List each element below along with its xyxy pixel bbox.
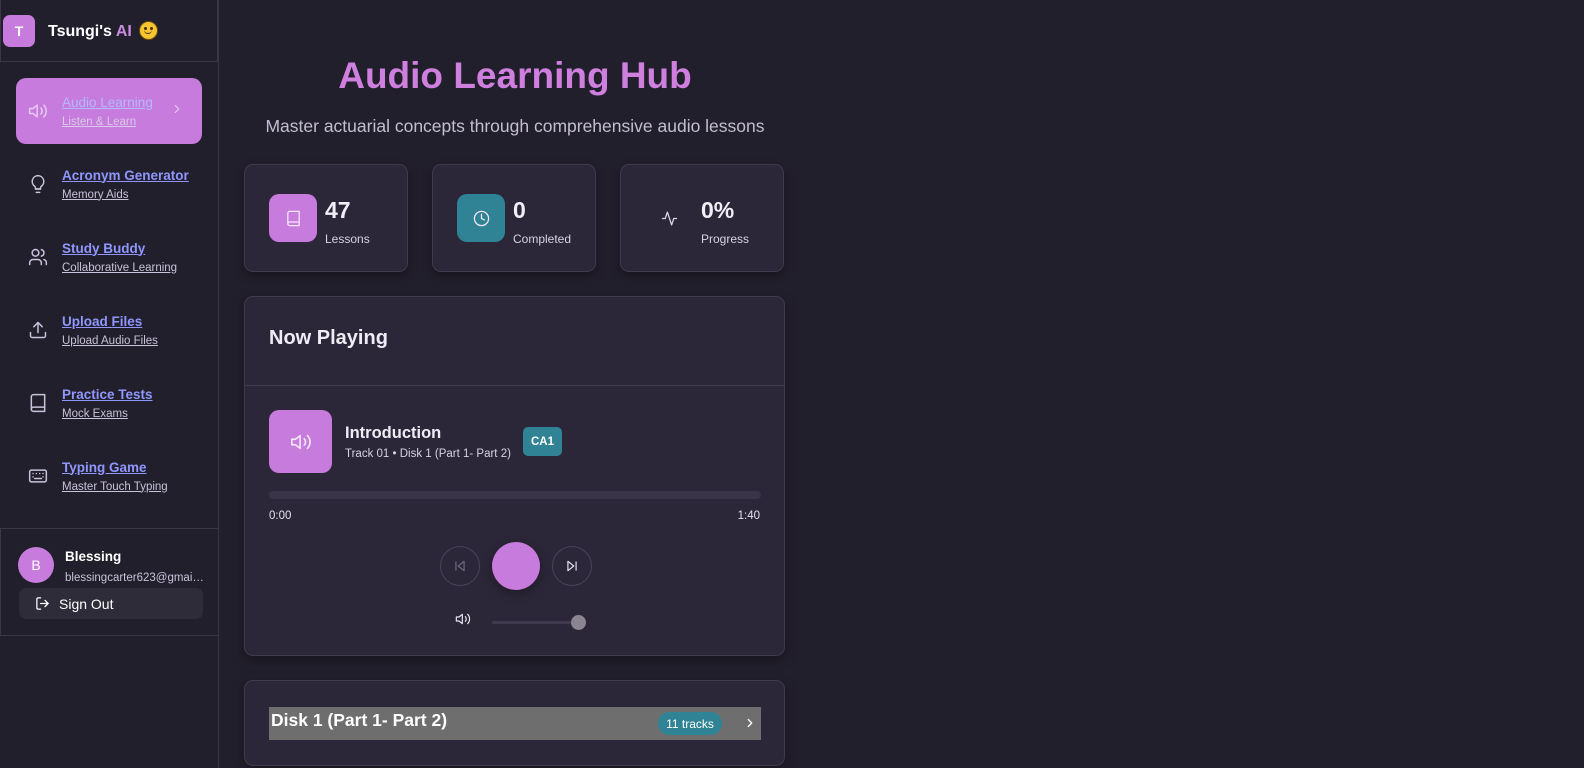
stat-card-lessons: 47 Lessons — [244, 164, 408, 272]
previous-track-button[interactable] — [440, 546, 480, 586]
activity-icon — [661, 210, 677, 226]
page-subtitle: Master actuarial concepts through compre… — [265, 116, 765, 136]
sidebar-item-sublabel: Memory Aids — [62, 188, 129, 201]
brand-title: Tsungi's AI — [48, 20, 159, 41]
users-icon — [28, 248, 48, 266]
track-count-badge: 11 tracks — [658, 712, 722, 735]
sidebar-item-sublabel: Mock Exams — [62, 407, 128, 420]
playback-progress-bar[interactable] — [269, 491, 761, 499]
stat-card-progress: 0% Progress — [620, 164, 784, 272]
sidebar-item-sublabel: Upload Audio Files — [62, 334, 158, 347]
disk-title: Disk 1 (Part 1- Part 2) — [271, 710, 448, 730]
sidebar-item-label: Typing Game — [62, 459, 147, 475]
stat-label: Progress — [701, 232, 750, 246]
now-playing-heading: Now Playing — [269, 327, 388, 349]
brand-logo[interactable]: T — [3, 14, 35, 47]
track-title: Introduction — [345, 424, 442, 442]
speaker-icon — [290, 434, 311, 449]
upload-icon — [29, 321, 47, 339]
sidebar: T Tsungi's AI Audio Learning Listen & Le… — [0, 0, 219, 768]
stat-icon-box — [269, 194, 317, 242]
speaker-icon — [28, 104, 47, 118]
book-icon — [30, 393, 46, 413]
brand-name-accent: AI — [115, 22, 132, 40]
sign-out-button[interactable]: Sign Out — [19, 588, 203, 619]
sidebar-item-label: Acronym Generator — [62, 167, 189, 183]
sidebar-nav: Audio Learning Listen & Learn Acronym Ge… — [0, 62, 218, 509]
disk-accordion-header[interactable]: Disk 1 (Part 1- Part 2) 11 tracks — [269, 707, 761, 740]
stat-icon-box — [645, 194, 693, 242]
next-track-button[interactable] — [552, 546, 592, 586]
sidebar-item-upload-files[interactable]: Upload Files Upload Audio Files — [16, 297, 202, 363]
track-meta: Track 01 • Disk 1 (Part 1- Part 2) — [345, 448, 511, 460]
play-button[interactable] — [492, 542, 540, 590]
user-name: Blessing — [65, 549, 122, 564]
sidebar-item-label: Practice Tests — [62, 386, 153, 402]
sidebar-item-label: Upload Files — [62, 313, 143, 329]
skip-back-icon — [455, 560, 465, 572]
sidebar-item-label: Study Buddy — [62, 240, 146, 256]
user-email: blessingcarter623@gmail.com — [65, 572, 205, 584]
smiling-face-emoji-icon — [139, 20, 159, 40]
track-artwork — [269, 410, 332, 473]
chevron-right-icon — [174, 104, 180, 114]
course-badge: CA1 — [523, 427, 562, 456]
user-profile: B Blessing blessingcarter623@gmail.com S… — [0, 528, 219, 636]
sidebar-item-study-buddy[interactable]: Study Buddy Collaborative Learning — [16, 224, 202, 290]
skip-forward-icon — [567, 560, 577, 572]
volume-icon[interactable] — [455, 611, 471, 627]
now-playing-header: Now Playing — [245, 297, 784, 386]
sidebar-item-sublabel: Collaborative Learning — [62, 261, 178, 274]
sidebar-item-practice-tests[interactable]: Practice Tests Mock Exams — [16, 370, 202, 436]
chevron-right-icon — [747, 718, 753, 728]
current-time: 0:00 — [269, 510, 292, 522]
stat-card-completed: 0 Completed — [432, 164, 596, 272]
sidebar-item-label: Audio Learning — [62, 94, 153, 110]
stat-label: Lessons — [325, 232, 370, 246]
stat-label: Completed — [513, 232, 572, 246]
sidebar-item-sublabel: Listen & Learn — [62, 115, 137, 128]
duration: 1:40 — [737, 510, 760, 522]
stat-icon-box — [457, 194, 505, 242]
stat-value: 0 — [513, 197, 526, 223]
sign-out-icon — [36, 597, 49, 610]
sign-out-label: Sign Out — [59, 595, 114, 612]
brand-name: Tsungi's — [48, 22, 112, 40]
sidebar-item-sublabel: Master Touch Typing — [62, 480, 168, 493]
sidebar-item-acronym-generator[interactable]: Acronym Generator Memory Aids — [16, 151, 202, 217]
keyboard-icon — [28, 469, 48, 483]
stat-value: 0% — [701, 197, 735, 223]
now-playing-card: Now Playing Introduction Track 01 • Disk… — [244, 296, 785, 656]
avatar[interactable]: B — [18, 547, 54, 583]
stat-value: 47 — [325, 197, 351, 223]
book-icon — [286, 210, 300, 226]
volume-fill — [492, 621, 578, 624]
page-title: Audio Learning Hub — [338, 55, 692, 96]
clock-icon — [473, 210, 489, 226]
sidebar-item-typing-game[interactable]: Typing Game Master Touch Typing — [16, 443, 202, 509]
volume-slider[interactable] — [492, 615, 586, 630]
sidebar-item-audio-learning[interactable]: Audio Learning Listen & Learn — [16, 78, 202, 144]
brand-header: T Tsungi's AI — [0, 0, 218, 62]
disk-list-card: Disk 1 (Part 1- Part 2) 11 tracks — [244, 680, 785, 766]
lightbulb-icon — [31, 174, 45, 194]
volume-thumb[interactable] — [571, 615, 586, 630]
